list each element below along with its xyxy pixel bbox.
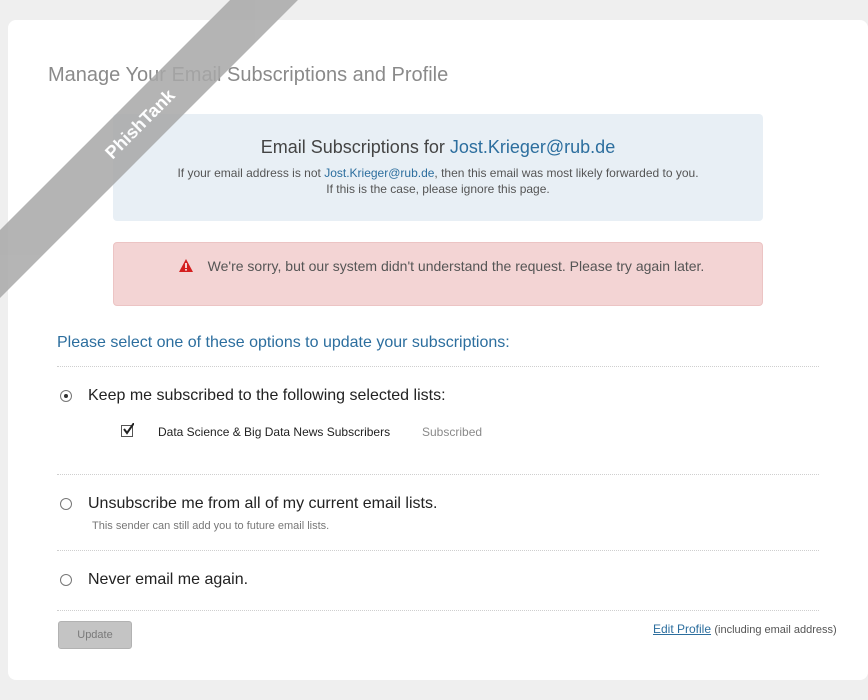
info-title-prefix: Email Subscriptions for [260, 137, 445, 157]
checkmark-icon [123, 423, 134, 435]
divider [57, 366, 819, 367]
option-never-label: Never email me again. [88, 571, 249, 588]
list-name: Data Science & Big Data News Subscribers [158, 425, 391, 439]
info-line1-prefix: If your email address is not [177, 166, 321, 180]
info-line2: If this is the case, please ignore this … [326, 182, 550, 196]
list-status: Subscribed [422, 425, 483, 439]
error-alert: We're sorry, but our system didn't under… [113, 242, 763, 306]
edit-profile: Edit Profile (including email address) [653, 622, 837, 636]
options-prompt: Please select one of these options to up… [57, 334, 510, 351]
list-checkbox[interactable] [121, 423, 134, 437]
edit-profile-link[interactable]: Edit Profile [653, 622, 711, 636]
warning-icon [178, 258, 194, 274]
info-title: Email Subscriptions for Jost.Krieger@rub… [113, 137, 763, 158]
info-line1-email: Jost.Krieger@rub.de [324, 166, 435, 180]
option-unsubscribe-note: This sender can still add you to future … [92, 520, 330, 532]
option-unsubscribe-label: Unsubscribe me from all of my current em… [88, 495, 438, 512]
update-button[interactable]: Update [58, 621, 132, 649]
option-keep-label: Keep me subscribed to the following sele… [88, 387, 446, 404]
divider [57, 610, 819, 611]
divider [57, 474, 819, 475]
info-title-email: Jost.Krieger@rub.de [449, 137, 616, 157]
info-text: If your email address is not Jost.Kriege… [113, 165, 763, 197]
page-title: Manage Your Email Subscriptions and Prof… [48, 64, 449, 86]
radio-never-email[interactable] [60, 574, 72, 586]
radio-unsubscribe-all[interactable] [60, 498, 72, 510]
divider [57, 550, 819, 551]
error-message: We're sorry, but our system didn't under… [207, 258, 705, 274]
radio-keep-subscribed[interactable] [60, 390, 72, 402]
info-line1-suffix: , then this email was most likely forwar… [434, 166, 699, 180]
edit-profile-hint: (including email address) [714, 624, 837, 636]
info-box: Email Subscriptions for Jost.Krieger@rub… [113, 114, 763, 221]
